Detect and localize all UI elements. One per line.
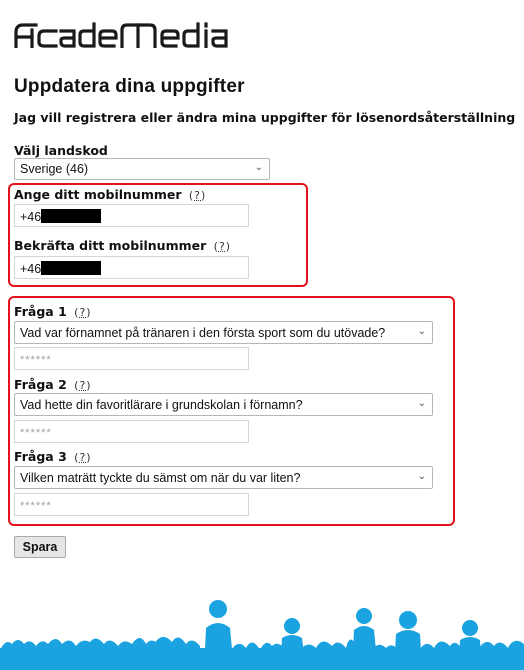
phone-label-row: Ange ditt mobilnummer (?) xyxy=(14,187,206,202)
question-3-value: Vilken maträtt tyckte du sämst om när du… xyxy=(20,471,301,485)
question-icon[interactable]: ? xyxy=(194,189,201,202)
question-icon[interactable]: ? xyxy=(79,306,86,319)
page-title: Uppdatera dina uppgifter xyxy=(14,76,245,97)
answer-2-input[interactable]: ****** xyxy=(14,420,249,443)
question-3-select[interactable]: Vilken maträtt tyckte du sämst om när du… xyxy=(14,466,433,489)
confirm-phone-label: Bekräfta ditt mobilnummer xyxy=(14,238,207,253)
question-2-label-row: Fråga 2 (?) xyxy=(14,377,92,392)
question-1-value: Vad var förnamnet på tränaren i den förs… xyxy=(20,326,386,340)
question-1-label: Fråga 1 xyxy=(14,304,67,319)
chevron-down-icon: ⌄ xyxy=(254,162,263,173)
country-code-label: Välj landskod xyxy=(14,143,108,158)
question-icon[interactable]: ? xyxy=(219,240,226,253)
country-code-select[interactable]: Sverige (46) ⌄ xyxy=(14,158,270,180)
academedia-logo xyxy=(14,22,254,48)
answer-1-placeholder: ****** xyxy=(20,354,52,366)
save-button[interactable]: Spara xyxy=(14,536,66,558)
question-3-help: (?) xyxy=(74,451,92,464)
question-2-select[interactable]: Vad hette din favoritlärare i grundskola… xyxy=(14,393,433,416)
redacted-number xyxy=(41,261,102,275)
question-2-value: Vad hette din favoritlärare i grundskola… xyxy=(20,398,303,412)
question-1-label-row: Fråga 1 (?) xyxy=(14,304,92,319)
question-3-label: Fråga 3 xyxy=(14,449,67,464)
question-1-select[interactable]: Vad var förnamnet på tränaren i den förs… xyxy=(14,321,433,344)
question-1-help: (?) xyxy=(74,306,92,319)
answer-3-input[interactable]: ****** xyxy=(14,493,249,516)
country-code-value: Sverige (46) xyxy=(20,162,89,176)
question-icon[interactable]: ? xyxy=(79,451,86,464)
question-icon[interactable]: ? xyxy=(79,379,86,392)
confirm-phone-label-row: Bekräfta ditt mobilnummer (?) xyxy=(14,238,231,253)
phone-help: (?) xyxy=(188,189,207,202)
redacted-number xyxy=(41,209,102,223)
question-2-label: Fråga 2 xyxy=(14,377,67,392)
answer-3-placeholder: ****** xyxy=(20,500,52,512)
phone-input[interactable]: +46 xyxy=(14,204,249,227)
confirm-phone-input[interactable]: +46 xyxy=(14,256,249,279)
confirm-phone-help: (?) xyxy=(213,240,232,253)
crowd-silhouette-image xyxy=(0,592,524,670)
answer-1-input[interactable]: ****** xyxy=(14,347,249,370)
question-2-help: (?) xyxy=(74,379,92,392)
answer-2-placeholder: ****** xyxy=(20,427,52,439)
phone-prefix: +46 xyxy=(20,210,42,224)
chevron-down-icon: ⌄ xyxy=(417,326,426,337)
confirm-phone-prefix: +46 xyxy=(20,262,42,276)
chevron-down-icon: ⌄ xyxy=(417,398,426,409)
question-3-label-row: Fråga 3 (?) xyxy=(14,449,92,464)
phone-label: Ange ditt mobilnummer xyxy=(14,187,182,202)
chevron-down-icon: ⌄ xyxy=(417,471,426,482)
page-subtitle: Jag vill registrera eller ändra mina upp… xyxy=(14,110,516,125)
